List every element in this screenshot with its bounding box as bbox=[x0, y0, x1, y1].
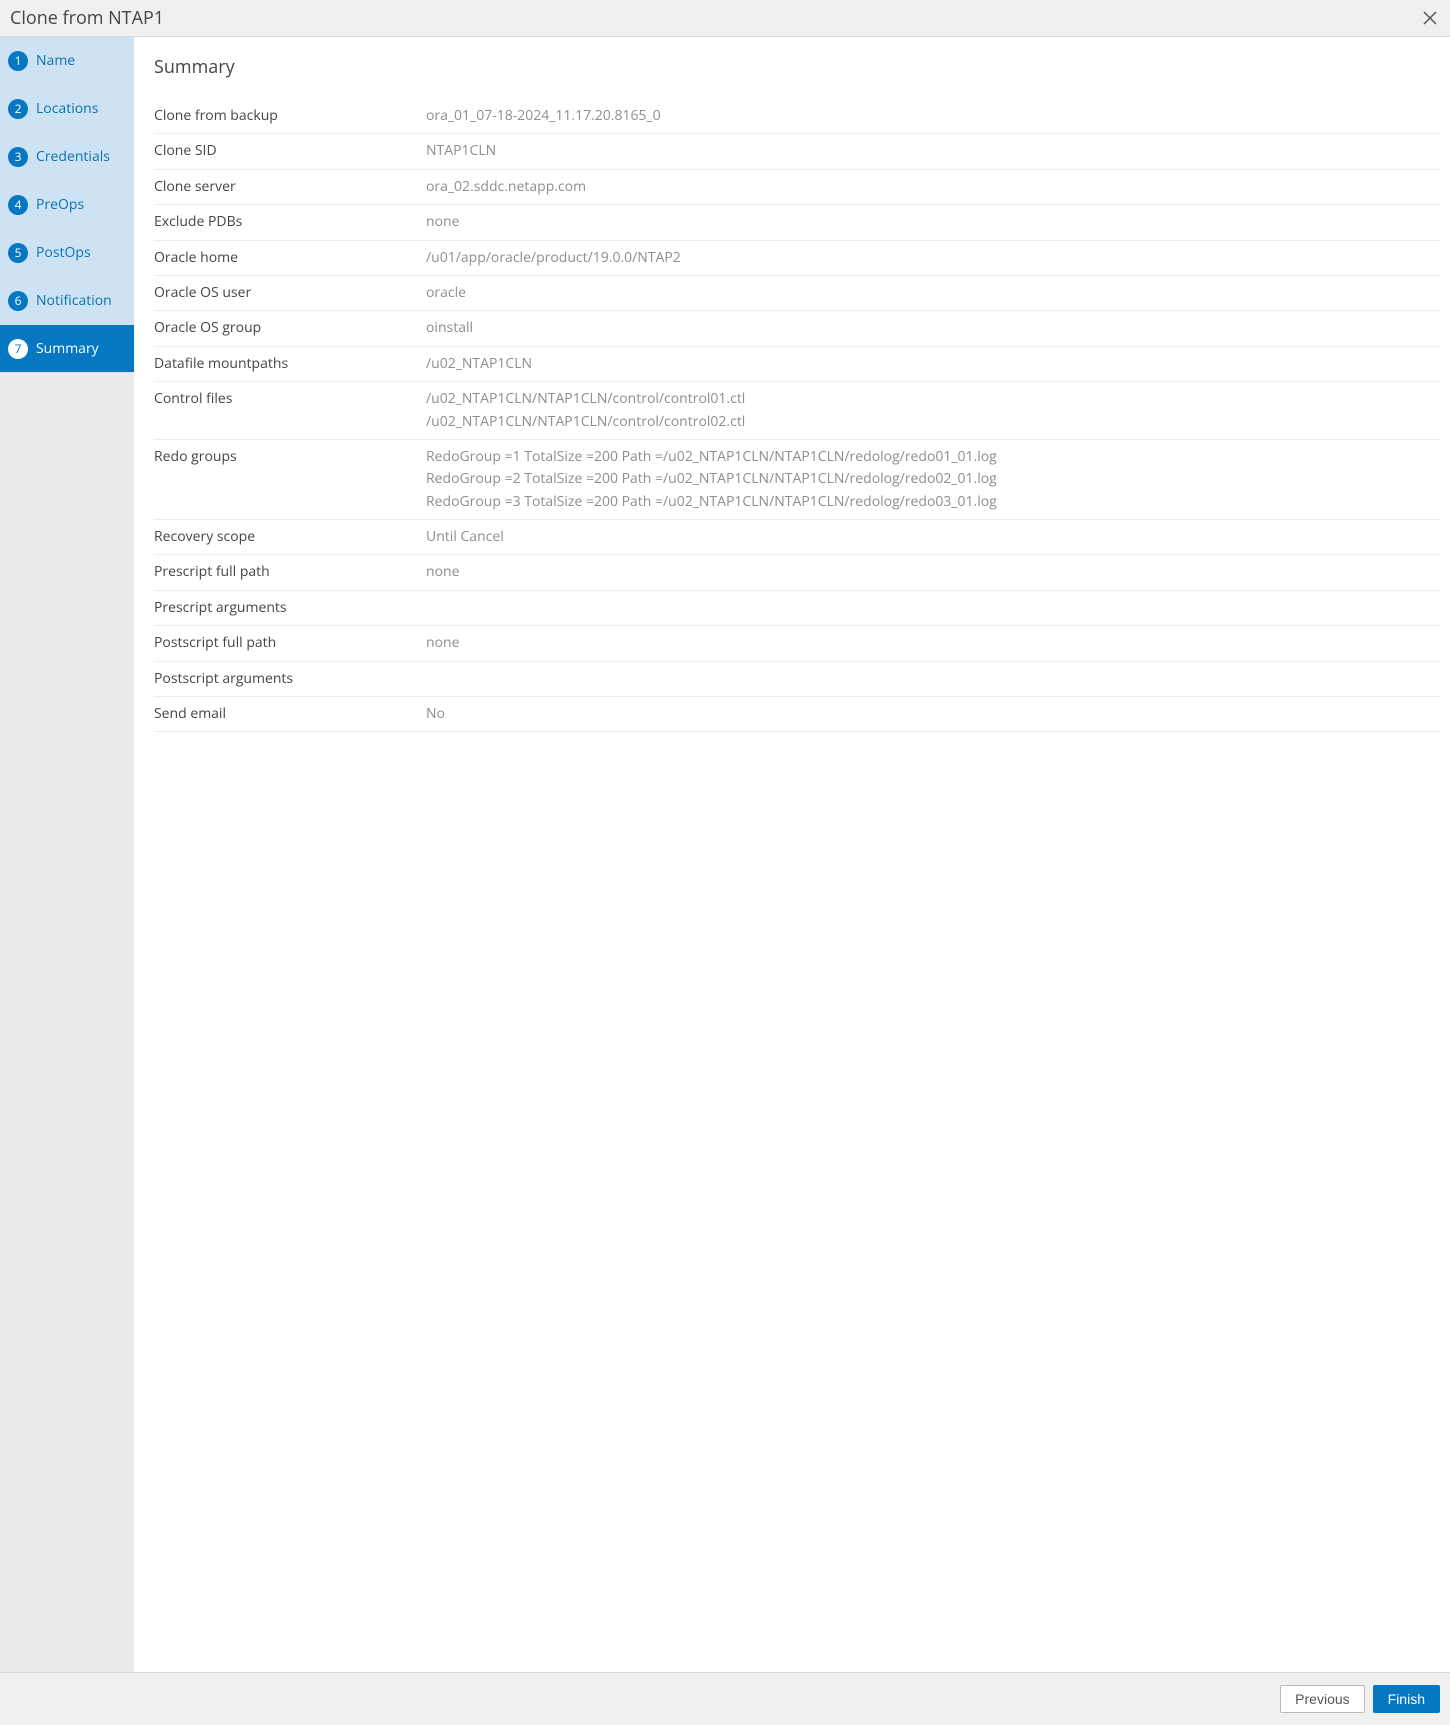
row-value bbox=[426, 661, 1440, 696]
main-panel: Summary Clone from backup ora_01_07-18-2… bbox=[134, 37, 1450, 1672]
step-number: 1 bbox=[8, 51, 28, 71]
row-value bbox=[426, 590, 1440, 625]
step-notification[interactable]: 6 Notification bbox=[0, 277, 134, 325]
step-credentials[interactable]: 3 Credentials bbox=[0, 133, 134, 181]
summary-row: Recovery scope Until Cancel bbox=[154, 520, 1440, 555]
summary-row: Postscript arguments bbox=[154, 661, 1440, 696]
summary-row: Control files /u02_NTAP1CLN/NTAP1CLN/con… bbox=[154, 382, 1440, 440]
row-label: Datafile mountpaths bbox=[154, 346, 426, 381]
row-value: none bbox=[426, 626, 1440, 661]
row-label: Exclude PDBs bbox=[154, 205, 426, 240]
step-name[interactable]: 1 Name bbox=[0, 37, 134, 85]
step-label: Name bbox=[36, 51, 75, 70]
row-value: none bbox=[426, 555, 1440, 590]
close-icon[interactable] bbox=[1420, 8, 1440, 28]
step-number: 5 bbox=[8, 243, 28, 263]
row-value: /u02_NTAP1CLN bbox=[426, 346, 1440, 381]
step-label: Notification bbox=[36, 291, 112, 310]
row-label: Prescript full path bbox=[154, 555, 426, 590]
step-label: PreOps bbox=[36, 195, 84, 214]
step-number: 3 bbox=[8, 147, 28, 167]
step-label: PostOps bbox=[36, 243, 91, 262]
summary-row: Oracle home /u01/app/oracle/product/19.0… bbox=[154, 240, 1440, 275]
row-label: Recovery scope bbox=[154, 520, 426, 555]
step-number: 6 bbox=[8, 291, 28, 311]
previous-button[interactable]: Previous bbox=[1280, 1685, 1364, 1713]
finish-button[interactable]: Finish bbox=[1373, 1685, 1440, 1713]
summary-row: Oracle OS group oinstall bbox=[154, 311, 1440, 346]
row-label: Redo groups bbox=[154, 439, 426, 519]
summary-row: Clone server ora_02.sddc.netapp.com bbox=[154, 169, 1440, 204]
summary-row: Prescript arguments bbox=[154, 590, 1440, 625]
summary-row: Postscript full path none bbox=[154, 626, 1440, 661]
step-postops[interactable]: 5 PostOps bbox=[0, 229, 134, 277]
row-value: RedoGroup =1 TotalSize =200 Path =/u02_N… bbox=[426, 439, 1440, 519]
summary-row: Send email No bbox=[154, 697, 1440, 732]
summary-row: Datafile mountpaths /u02_NTAP1CLN bbox=[154, 346, 1440, 381]
row-value: oinstall bbox=[426, 311, 1440, 346]
row-label: Oracle home bbox=[154, 240, 426, 275]
dialog-header: Clone from NTAP1 bbox=[0, 0, 1450, 37]
row-value: none bbox=[426, 205, 1440, 240]
step-number: 4 bbox=[8, 195, 28, 215]
row-value: ora_02.sddc.netapp.com bbox=[426, 169, 1440, 204]
row-label: Control files bbox=[154, 382, 426, 440]
summary-row: Oracle OS user oracle bbox=[154, 275, 1440, 310]
summary-row: Clone from backup ora_01_07-18-2024_11.1… bbox=[154, 99, 1440, 134]
step-locations[interactable]: 2 Locations bbox=[0, 85, 134, 133]
row-label: Clone SID bbox=[154, 134, 426, 169]
row-value: /u02_NTAP1CLN/NTAP1CLN/control/control01… bbox=[426, 382, 1440, 440]
dialog-title: Clone from NTAP1 bbox=[10, 6, 164, 30]
row-label: Oracle OS group bbox=[154, 311, 426, 346]
row-label: Clone server bbox=[154, 169, 426, 204]
dialog-footer: Previous Finish bbox=[0, 1673, 1450, 1725]
row-label: Prescript arguments bbox=[154, 590, 426, 625]
summary-row: Redo groups RedoGroup =1 TotalSize =200 … bbox=[154, 439, 1440, 519]
page-title: Summary bbox=[154, 55, 1440, 79]
row-value: No bbox=[426, 697, 1440, 732]
row-label: Postscript arguments bbox=[154, 661, 426, 696]
step-preops[interactable]: 4 PreOps bbox=[0, 181, 134, 229]
step-number: 2 bbox=[8, 99, 28, 119]
row-label: Clone from backup bbox=[154, 99, 426, 134]
row-value: oracle bbox=[426, 275, 1440, 310]
summary-row: Prescript full path none bbox=[154, 555, 1440, 590]
step-label: Summary bbox=[36, 339, 99, 358]
dialog-body: 1 Name 2 Locations 3 Credentials 4 PreOp… bbox=[0, 37, 1450, 1673]
step-label: Locations bbox=[36, 99, 98, 118]
step-summary[interactable]: 7 Summary bbox=[0, 325, 134, 373]
step-number: 7 bbox=[8, 339, 28, 359]
row-value: /u01/app/oracle/product/19.0.0/NTAP2 bbox=[426, 240, 1440, 275]
row-label: Postscript full path bbox=[154, 626, 426, 661]
wizard-sidebar: 1 Name 2 Locations 3 Credentials 4 PreOp… bbox=[0, 37, 134, 1672]
step-label: Credentials bbox=[36, 147, 110, 166]
summary-row: Clone SID NTAP1CLN bbox=[154, 134, 1440, 169]
row-label: Oracle OS user bbox=[154, 275, 426, 310]
row-label: Send email bbox=[154, 697, 426, 732]
summary-table: Clone from backup ora_01_07-18-2024_11.1… bbox=[154, 99, 1440, 732]
row-value: ora_01_07-18-2024_11.17.20.8165_0 bbox=[426, 99, 1440, 134]
row-value: NTAP1CLN bbox=[426, 134, 1440, 169]
summary-row: Exclude PDBs none bbox=[154, 205, 1440, 240]
row-value: Until Cancel bbox=[426, 520, 1440, 555]
